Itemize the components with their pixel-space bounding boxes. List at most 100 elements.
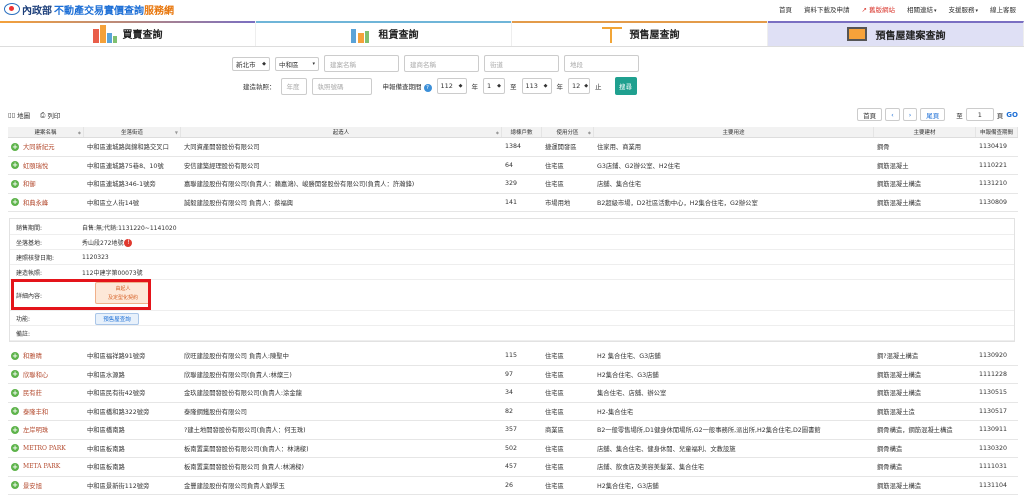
alert-icon[interactable]: ! bbox=[124, 239, 132, 247]
nav-home[interactable]: 首頁 bbox=[779, 4, 792, 14]
table-row[interactable]: +和御中和區連城路346-1號旁嘉聯建設股份有限公司(負責人：賴嘉鴻)、峻勝開發… bbox=[8, 175, 1018, 194]
project-name-link[interactable]: 虹頤瑞悅 bbox=[23, 161, 48, 170]
table-row[interactable]: +景安旭中和區景新街112號旁金豐建設股份有限公司負責人劉學玉26住宅區H2集合… bbox=[8, 477, 1018, 495]
expand-plus-icon[interactable]: + bbox=[11, 370, 19, 378]
col-project-name[interactable]: 建案名稱◆ bbox=[8, 127, 84, 137]
nav-download[interactable]: 資料下載及申請 bbox=[804, 4, 850, 14]
col-units[interactable]: 總棟戶數 bbox=[502, 127, 542, 137]
district-select[interactable]: 中和區▾ bbox=[275, 57, 319, 71]
map-button[interactable]: ▯▯地圖 bbox=[8, 110, 30, 120]
pagination: 首頁 ‹ › 尾頁 至 1 頁 GO bbox=[857, 108, 1018, 121]
col-street[interactable]: 坐落街道▼ bbox=[84, 127, 181, 137]
print-button[interactable]: ⎙列印 bbox=[40, 110, 60, 120]
col-zone[interactable]: 使用分區◆ bbox=[542, 127, 594, 137]
cell-name[interactable]: + METRO PARK bbox=[8, 444, 84, 452]
table-row[interactable]: +大同新紀元中和區連城路與錦和路交叉口大同資產開發股份有限公司1384捷運開發區… bbox=[8, 138, 1018, 157]
expand-plus-icon[interactable]: + bbox=[11, 180, 19, 188]
last-page-button[interactable]: 尾頁 bbox=[920, 108, 945, 121]
col-material[interactable]: 主要建材 bbox=[874, 127, 976, 137]
cell-name[interactable]: + 景安旭 bbox=[8, 481, 84, 490]
cell-period: 1130911 bbox=[976, 426, 1018, 433]
from-year-select[interactable]: 112◆ bbox=[437, 78, 467, 94]
project-name-input[interactable]: 建案名稱 bbox=[324, 55, 399, 72]
table-row[interactable]: +META PARK中和區板南路板南置業開發股份有限公司 負責人:林鴻樑)457… bbox=[8, 458, 1018, 477]
cell-name[interactable]: + META PARK bbox=[8, 463, 84, 471]
cell-name[interactable]: + 民有莊 bbox=[8, 388, 84, 397]
lot-input[interactable]: 地段 bbox=[564, 55, 639, 72]
col-builder[interactable]: 起造人◆ bbox=[181, 127, 502, 137]
prev-page-button[interactable]: ‹ bbox=[885, 108, 900, 121]
cell-name[interactable]: + 和御 bbox=[8, 179, 84, 188]
nav-links[interactable]: 相關連結▾ bbox=[907, 4, 937, 14]
col-use[interactable]: 主要用途 bbox=[594, 127, 874, 137]
expand-plus-icon[interactable]: + bbox=[11, 389, 19, 397]
cell-name[interactable]: + 泰隆丰和 bbox=[8, 407, 84, 416]
builder-name-input[interactable]: 建商名稱 bbox=[404, 55, 479, 72]
expand-plus-icon[interactable]: + bbox=[11, 463, 19, 471]
chevron-down-icon: ◆ bbox=[459, 83, 463, 89]
col-period[interactable]: 申報備查期間 bbox=[976, 127, 1018, 137]
expand-plus-icon[interactable]: + bbox=[11, 444, 19, 452]
next-page-button[interactable]: › bbox=[903, 108, 918, 121]
cell-name[interactable]: + 欣聯和心 bbox=[8, 370, 84, 379]
cell-name[interactable]: + 虹頤瑞悅 bbox=[8, 161, 84, 170]
logo[interactable]: 內政部 不動產交易實價查詢服務網 bbox=[4, 2, 174, 17]
table-row[interactable]: +虹頤瑞悅中和區連城路75巷8、10號安信建築經理股份有限公司64住宅區G3店鋪… bbox=[8, 157, 1018, 176]
project-name-link[interactable]: METRO PARK bbox=[23, 445, 66, 452]
first-page-button[interactable]: 首頁 bbox=[857, 108, 882, 121]
project-name-link[interactable]: 大同新紀元 bbox=[23, 142, 54, 151]
cell-zone: 市場用地 bbox=[542, 198, 594, 207]
project-name-link[interactable]: 景安旭 bbox=[23, 481, 42, 490]
expand-plus-icon[interactable]: + bbox=[11, 426, 19, 434]
project-name-link[interactable]: 左岸明珠 bbox=[23, 425, 48, 434]
cell-name[interactable]: + 和典永峰 bbox=[8, 198, 84, 207]
nav-support[interactable]: 支援服務▾ bbox=[948, 4, 978, 14]
presale-query-button[interactable]: 預售屋查詢 bbox=[95, 313, 139, 325]
go-button[interactable]: GO bbox=[1006, 111, 1018, 119]
project-name-link[interactable]: 和御 bbox=[23, 179, 36, 188]
project-name-link[interactable]: 和典永峰 bbox=[23, 198, 48, 207]
to-year-select[interactable]: 113◆ bbox=[522, 78, 552, 94]
expand-plus-icon[interactable]: + bbox=[11, 198, 19, 206]
nav-online-service[interactable]: 線上客服 bbox=[990, 4, 1016, 14]
permit-year-input[interactable]: 年度 bbox=[281, 78, 307, 95]
street-input[interactable]: 街道 bbox=[484, 55, 559, 72]
table-row[interactable]: +民有莊中和區民有街42號旁金玖建設開發股份有限公司(負責人:涂金龍34住宅區集… bbox=[8, 384, 1018, 403]
table-row[interactable]: +和雅晴中和區福祥路91號旁欣旺建設股份有限公司 負責人:陳聖中115住宅區H2… bbox=[8, 347, 1018, 366]
permit-number-input[interactable]: 執照號碼 bbox=[312, 78, 372, 95]
table-row[interactable]: +泰隆丰和中和區橋和路322號旁泰隆鋼鐵股份有限公司82住宅區H2-集合住宅鋼筋… bbox=[8, 403, 1018, 422]
tab-presale-query[interactable]: 預售屋查詢 bbox=[512, 21, 768, 46]
cell-use: 集合住宅、店舖、辦公室 bbox=[594, 388, 874, 397]
tab-rental-query[interactable]: 租賃查詢 bbox=[256, 21, 512, 46]
project-name-link[interactable]: 民有莊 bbox=[23, 388, 42, 397]
cell-builder: 欣旺建設股份有限公司 負責人:陳聖中 bbox=[181, 351, 502, 360]
project-name-link[interactable]: 和雅晴 bbox=[23, 351, 42, 360]
table-row[interactable]: +左岸明珠中和區橋南路?建土地開發股份有限公司(負責人：何玉珠)357商業區B2… bbox=[8, 421, 1018, 440]
table-row[interactable]: +METRO PARK中和區板南路板南置業開發股份有限公司(負責人：林鴻樑)50… bbox=[8, 440, 1018, 459]
chevron-down-icon: ◆ bbox=[497, 83, 501, 89]
expand-plus-icon[interactable]: + bbox=[11, 481, 19, 489]
detail-remark: 備註: bbox=[10, 327, 1014, 341]
expand-plus-icon[interactable]: + bbox=[11, 143, 19, 151]
table-row[interactable]: +欣聯和心中和區水源路欣聯建設股份有限公司(負責人:林燦三)97住宅區H2集合住… bbox=[8, 366, 1018, 385]
expand-plus-icon[interactable]: + bbox=[11, 352, 19, 360]
help-icon[interactable]: ? bbox=[424, 84, 432, 92]
project-name-link[interactable]: 泰隆丰和 bbox=[23, 407, 48, 416]
tab-presale-project-query[interactable]: 預售屋建案查詢 bbox=[768, 21, 1024, 46]
page-number-input[interactable]: 1 bbox=[966, 108, 994, 121]
tab-sales-query[interactable]: 買賣查詢 bbox=[0, 21, 256, 46]
cell-name[interactable]: + 大同新紀元 bbox=[8, 142, 84, 151]
nav-old-site[interactable]: ↗ 舊版網站 bbox=[861, 4, 895, 14]
table-row[interactable]: +和典永峰中和區立人街14號誠毅建設股份有限公司 負責人：蔡福興141市場用地B… bbox=[8, 194, 1018, 213]
expand-plus-icon[interactable]: + bbox=[11, 161, 19, 169]
project-name-link[interactable]: META PARK bbox=[23, 463, 60, 470]
to-month-select[interactable]: 12◆ bbox=[568, 78, 590, 94]
search-button[interactable]: 搜尋 bbox=[615, 77, 637, 95]
cell-name[interactable]: + 左岸明珠 bbox=[8, 425, 84, 434]
city-select[interactable]: 新北市◆ bbox=[232, 57, 270, 71]
cell-material: 鋼筋混凝土 bbox=[874, 161, 976, 170]
project-name-link[interactable]: 欣聯和心 bbox=[23, 370, 48, 379]
cell-name[interactable]: + 和雅晴 bbox=[8, 351, 84, 360]
from-month-select[interactable]: 1◆ bbox=[483, 78, 505, 94]
expand-plus-icon[interactable]: + bbox=[11, 407, 19, 415]
